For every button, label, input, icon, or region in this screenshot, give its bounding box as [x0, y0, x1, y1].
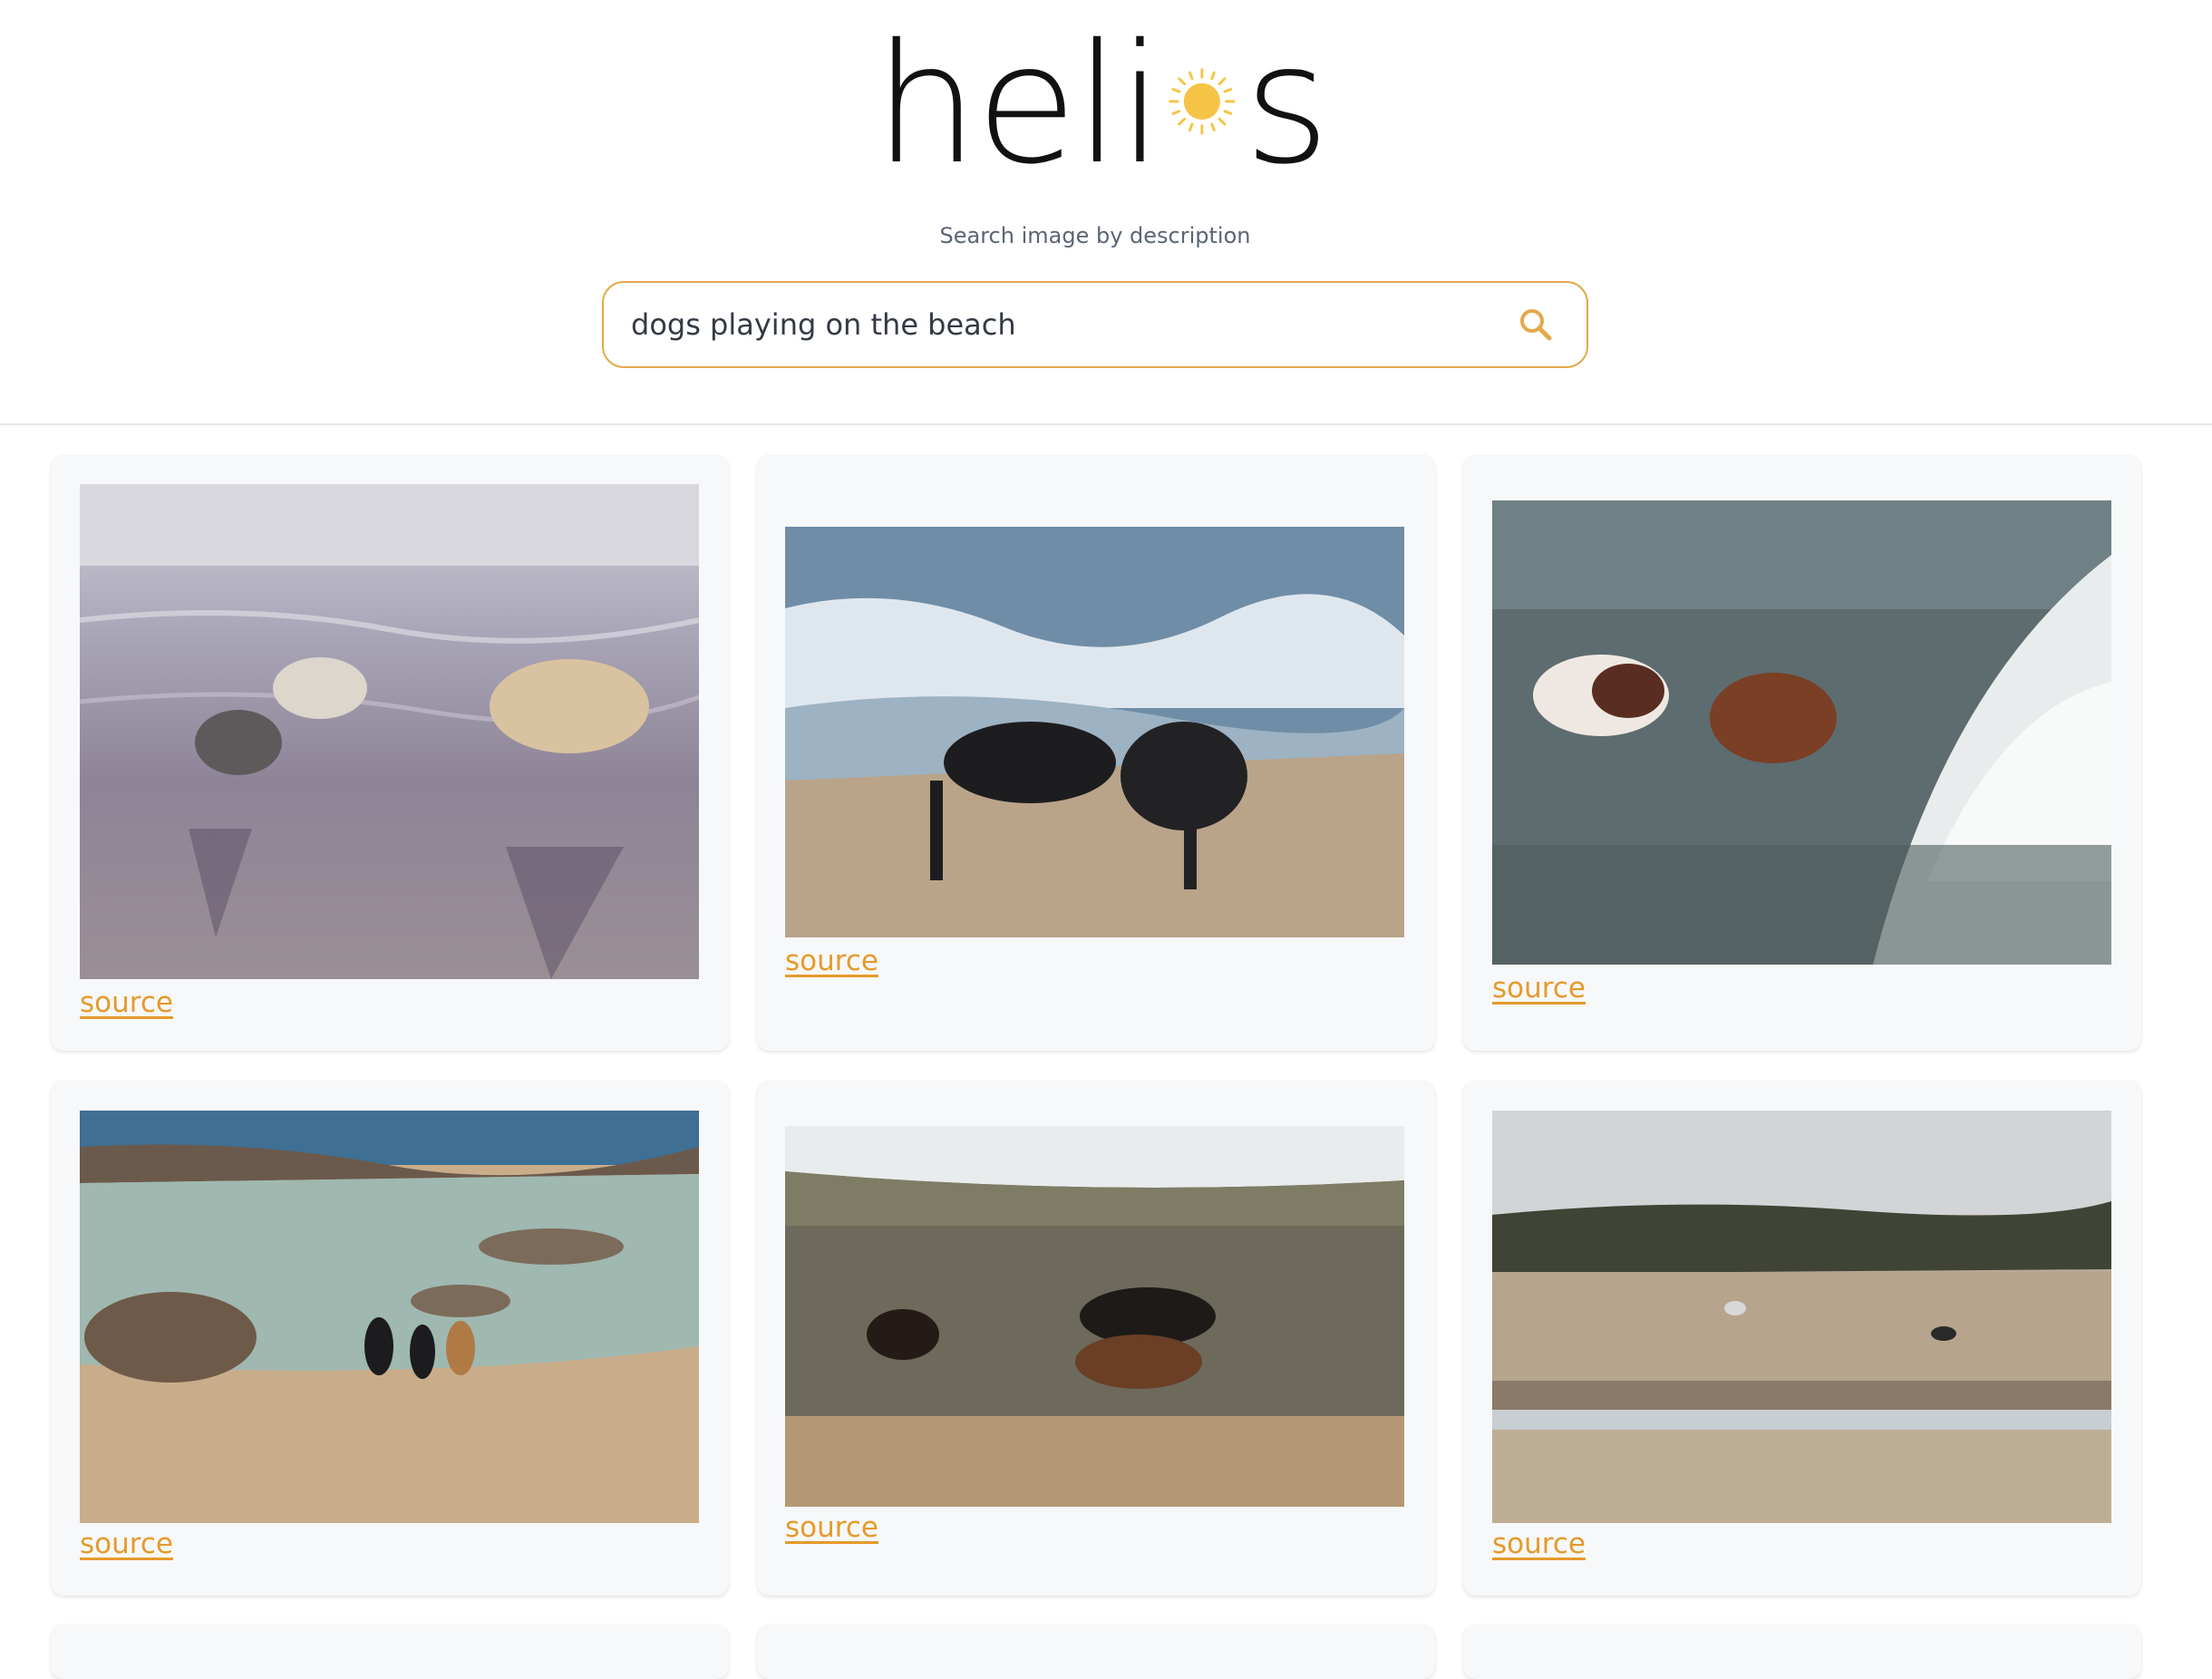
- result-card: [51, 1625, 729, 1679]
- sun-icon: [1164, 63, 1240, 165]
- result-image[interactable]: [80, 1111, 699, 1523]
- source-link[interactable]: source: [1492, 972, 1586, 1004]
- result-image[interactable]: [785, 527, 1404, 937]
- logo-text-s: s: [1244, 8, 1330, 200]
- source-link[interactable]: source: [80, 1528, 173, 1560]
- helios-logo[interactable]: heli s: [874, 22, 1330, 187]
- page-subtitle: Search image by description: [939, 223, 1251, 248]
- source-link[interactable]: source: [785, 945, 878, 977]
- result-card: source: [1463, 455, 2141, 1051]
- result-card: [757, 1625, 1435, 1679]
- result-image[interactable]: [785, 1126, 1404, 1507]
- search-icon[interactable]: [1518, 306, 1554, 343]
- source-link[interactable]: source: [785, 1511, 878, 1544]
- page-header: heli s Search image by description dogs …: [0, 0, 2212, 425]
- logo-text-heli: heli: [874, 8, 1163, 200]
- source-link[interactable]: source: [1492, 1528, 1586, 1560]
- search-bar: [602, 281, 1588, 368]
- source-link[interactable]: source: [80, 986, 173, 1019]
- result-card: source: [51, 1081, 729, 1596]
- search-input[interactable]: [631, 283, 1483, 366]
- result-card: source: [757, 455, 1435, 1051]
- result-card: source: [757, 1081, 1435, 1596]
- result-card: source: [1463, 1081, 2141, 1596]
- result-card: source: [51, 455, 729, 1051]
- result-image[interactable]: [80, 484, 699, 979]
- result-image[interactable]: [1492, 500, 2111, 965]
- result-card: [1463, 1625, 2141, 1679]
- result-image[interactable]: [1492, 1111, 2111, 1523]
